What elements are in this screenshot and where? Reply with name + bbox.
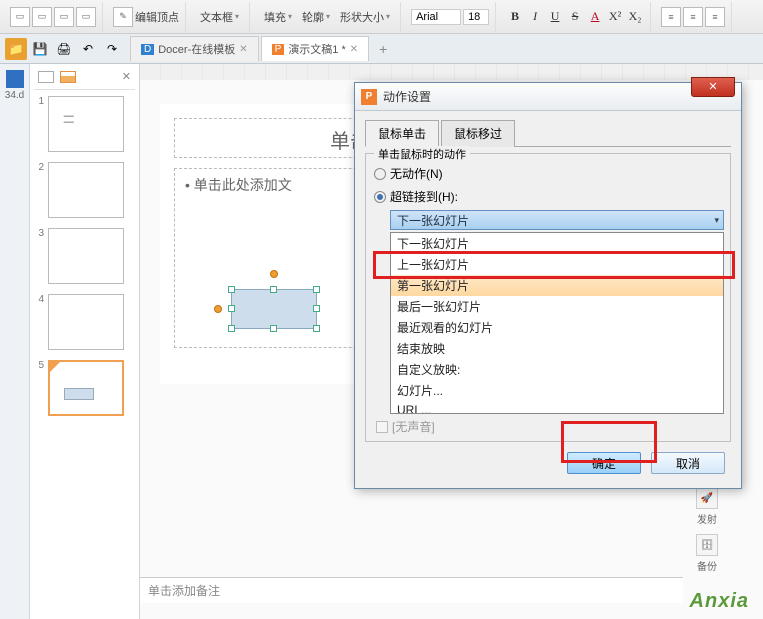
tab-presentation[interactable]: P 演示文稿1 * ✕ (261, 36, 370, 61)
print-icon[interactable]: 🖨 (53, 38, 75, 60)
tab-docer[interactable]: D Docer-在线模板 ✕ (130, 36, 259, 61)
slide-thumb-2[interactable] (48, 162, 124, 218)
align-center-icon[interactable]: ≡ (683, 7, 703, 27)
tab-label: Docer-在线模板 (158, 41, 235, 57)
dialog-titlebar[interactable]: P 动作设置 (355, 83, 741, 111)
radio-icon (374, 168, 386, 180)
layout-group: ▭ ▭ ▭ ▭ (4, 2, 103, 32)
font-color-button[interactable]: A (586, 8, 604, 26)
slide-thumb-3[interactable] (48, 228, 124, 284)
layout-icon[interactable]: ▭ (32, 7, 52, 27)
docer-icon: D (141, 44, 154, 55)
list-item[interactable]: 自定义放映: (391, 359, 723, 380)
app-icon (6, 70, 24, 88)
open-icon[interactable]: 📁 (5, 38, 27, 60)
rotate-handle-icon[interactable] (270, 270, 278, 278)
align-right-icon[interactable]: ≡ (705, 7, 725, 27)
fieldset-legend: 单击鼠标时的动作 (374, 146, 470, 162)
sound-row: [无声音] (376, 418, 724, 435)
edit-anchor-icon[interactable]: ✎ (113, 7, 133, 27)
list-item[interactable]: 幻灯片... (391, 380, 723, 401)
dialog-close-button[interactable]: ✕ (691, 77, 735, 97)
layout-icon[interactable]: ▭ (54, 7, 74, 27)
strike-button[interactable]: S (566, 8, 584, 26)
ribbon-toolbar: ▭ ▭ ▭ ▭ ✎ 编辑顶点 文本框 填充 轮廓 形状大小 Arial 18 B… (0, 0, 763, 34)
list-item[interactable]: 第一张幻灯片 (391, 275, 723, 296)
slide-thumbnail-panel: ✕ 1▬▬▬▬ 2 3 4 5 (30, 64, 140, 619)
presentation-icon: P (272, 44, 285, 55)
left-doc-strip: 34.d (0, 64, 30, 619)
save-icon[interactable]: 💾 (29, 38, 51, 60)
dialog-title-text: 动作设置 (383, 88, 431, 105)
document-tabs: D Docer-在线模板 ✕ P 演示文稿1 * ✕ + (130, 34, 395, 64)
font-size-combo[interactable]: 18 (463, 9, 489, 25)
align-left-icon[interactable]: ≡ (661, 7, 681, 27)
edit-anchor-label: 编辑顶点 (135, 9, 179, 25)
layout-icon[interactable]: ▭ (10, 7, 30, 27)
font-name-combo[interactable]: Arial (411, 9, 461, 25)
doc-name-fragment: 34.d (0, 90, 29, 101)
slide-thumb-1[interactable]: ▬▬▬▬ (48, 96, 124, 152)
quick-access-bar: 📁 💾 🖨 ↶ ↷ D Docer-在线模板 ✕ P 演示文稿1 * ✕ + (0, 34, 763, 64)
cancel-button[interactable]: 取消 (651, 452, 725, 474)
list-item[interactable]: URL... (391, 401, 723, 414)
hyperlink-combo[interactable]: 下一张幻灯片 (390, 210, 724, 230)
slide-thumb-4[interactable] (48, 294, 124, 350)
tab-mouse-click[interactable]: 鼠标单击 (365, 120, 439, 147)
edit-group: ✎ 编辑顶点 (107, 2, 186, 32)
shape-size-dropdown[interactable]: 形状大小 (336, 7, 394, 27)
tab-label: 演示文稿1 * (288, 41, 345, 57)
layout-icon[interactable]: ▭ (76, 7, 96, 27)
checkbox-icon (376, 421, 388, 433)
slide-thumb-5[interactable] (48, 360, 124, 416)
outline-dropdown[interactable]: 轮廓 (298, 7, 334, 27)
hyperlink-options-list: 下一张幻灯片 上一张幻灯片 第一张幻灯片 最后一张幻灯片 最近观看的幻灯片 结束… (390, 232, 724, 414)
notes-placeholder[interactable]: 单击添加备注 (140, 577, 683, 603)
dialog-app-icon: P (361, 89, 377, 105)
redo-icon[interactable]: ↷ (101, 38, 123, 60)
close-icon[interactable]: ✕ (350, 44, 358, 55)
radio-none[interactable]: 无动作(N) (372, 162, 724, 185)
close-icon[interactable]: ✕ (122, 70, 131, 83)
superscript-button[interactable]: X² (606, 8, 624, 26)
sound-label: [无声音] (392, 418, 435, 435)
list-item[interactable]: 最后一张幻灯片 (391, 296, 723, 317)
launch-button[interactable]: 🚀发射 (689, 487, 725, 526)
add-tab-button[interactable]: + (371, 37, 395, 61)
tab-mouse-over[interactable]: 鼠标移过 (441, 120, 515, 147)
list-item[interactable]: 最近观看的幻灯片 (391, 317, 723, 338)
selected-shape[interactable] (231, 289, 317, 329)
action-settings-dialog: ✕ P 动作设置 鼠标单击 鼠标移过 单击鼠标时的动作 无动作(N) 超链接到(… (354, 82, 742, 489)
outline-view-icon[interactable] (60, 71, 76, 83)
backup-icon: 🗄 (696, 534, 718, 556)
undo-icon[interactable]: ↶ (77, 38, 99, 60)
fill-dropdown[interactable]: 填充 (260, 7, 296, 27)
ok-button[interactable]: 确定 (567, 452, 641, 474)
dialog-tabs: 鼠标单击 鼠标移过 (365, 119, 731, 147)
radio-icon (374, 191, 386, 203)
normal-view-icon[interactable] (38, 71, 54, 83)
adjust-handle-icon[interactable] (214, 305, 222, 313)
underline-button[interactable]: U (546, 8, 564, 26)
list-item[interactable]: 下一张幻灯片 (391, 233, 723, 254)
italic-button[interactable]: I (526, 8, 544, 26)
backup-button[interactable]: 🗄备份 (689, 534, 725, 573)
textbox-dropdown[interactable]: 文本框 (196, 7, 243, 27)
bold-button[interactable]: B (506, 8, 524, 26)
list-item[interactable]: 结束放映 (391, 338, 723, 359)
list-item[interactable]: 上一张幻灯片 (391, 254, 723, 275)
close-icon[interactable]: ✕ (239, 44, 247, 55)
rocket-icon: 🚀 (696, 487, 718, 509)
radio-hyperlink[interactable]: 超链接到(H): (372, 185, 724, 208)
click-action-fieldset: 单击鼠标时的动作 无动作(N) 超链接到(H): 下一张幻灯片 下一张幻灯片 上… (365, 153, 731, 442)
watermark: Anxia (690, 590, 749, 613)
subscript-button[interactable]: X₂ (626, 8, 644, 26)
